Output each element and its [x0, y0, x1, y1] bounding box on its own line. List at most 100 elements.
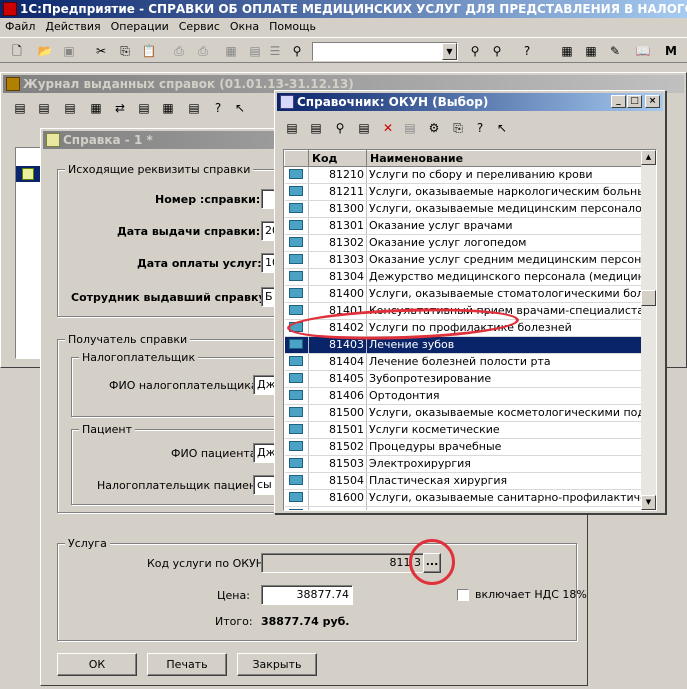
calendar-icon[interactable]: ▦	[582, 42, 600, 60]
folder-icon	[289, 237, 304, 247]
row-name: Дежурство медицинского персонала (медици…	[366, 268, 643, 286]
d-delete-icon[interactable]: ✕	[379, 119, 397, 137]
table-row[interactable]: 81600 Услуги, оказываемые санитарно-профи…	[284, 489, 643, 507]
col-name[interactable]: Наименование	[366, 150, 643, 167]
table-row[interactable]: 81400 Услуги, оказываемые стоматологическ…	[284, 285, 643, 303]
search-combo[interactable]: ▼	[312, 42, 458, 61]
edit-icon[interactable]: ✎	[606, 42, 624, 60]
menu-file[interactable]: Файл	[0, 18, 40, 36]
j-copy-icon[interactable]: ▤	[61, 99, 79, 117]
row-code: 81600	[308, 489, 367, 507]
row-code: 81406	[308, 387, 367, 405]
copy-icon[interactable]: ⎘	[116, 42, 134, 60]
j-move-icon[interactable]: ⇄	[111, 99, 129, 117]
folder-icon	[289, 441, 304, 451]
table-row[interactable]: 81404 Лечение болезней полости рта	[284, 353, 643, 371]
chevron-down-icon[interactable]: ▼	[442, 43, 457, 60]
table-row[interactable]: 81303 Оказание услуг средним медицинским …	[284, 251, 643, 269]
data-vydachi-label: Дата выдачи справки:	[117, 225, 261, 238]
j-grid-icon[interactable]: ▦	[87, 99, 105, 117]
kod-value: 811	[389, 556, 411, 569]
table-row[interactable]: 81304 Дежурство медицинского персонала (м…	[284, 268, 643, 286]
vertical-scrollbar[interactable]: ▲ ▼	[641, 150, 656, 510]
col-code[interactable]: Код	[308, 150, 367, 167]
d-tree-icon[interactable]: ▤	[401, 119, 419, 137]
j-whatsthis-icon[interactable]: ↖	[231, 99, 249, 117]
directory-title: Справочник: ОКУН (Выбор)	[297, 95, 489, 109]
menu-service[interactable]: Сервис	[174, 18, 225, 36]
j-report-icon[interactable]: ▤	[185, 99, 203, 117]
help-icon[interactable]: ?	[518, 42, 536, 60]
cut-icon[interactable]: ✂	[92, 42, 110, 60]
list-icon[interactable]: ☰	[266, 42, 284, 60]
scroll-up-icon[interactable]: ▲	[641, 150, 656, 165]
close-icon[interactable]: ×	[645, 95, 660, 108]
row-name: Электрохирургия	[366, 455, 643, 473]
table-row[interactable]: 81211 Услуги, оказываемые наркологическим…	[284, 183, 643, 201]
table-row[interactable]: 81302 Оказание услуг логопедом	[284, 234, 643, 252]
d-whatsthis-icon[interactable]: ↖	[493, 119, 511, 137]
j-doc-icon[interactable]: ▤	[135, 99, 153, 117]
d-add-icon[interactable]: ▤	[283, 119, 301, 137]
scroll-down-icon[interactable]: ▼	[641, 495, 656, 510]
cena-field[interactable]: 38877.74	[261, 585, 353, 605]
close-button[interactable]: Закрыть	[237, 653, 317, 676]
table-row[interactable]: 81601Проведение дезинфекции	[284, 506, 643, 510]
binoculars-icon[interactable]: ⚲	[288, 42, 306, 60]
d-filter-icon[interactable]: ⚙	[425, 119, 443, 137]
table-row[interactable]: 81502 Процедуры врачебные	[284, 438, 643, 456]
row-name: Услуги, оказываемые косметологическими п…	[366, 404, 643, 422]
menu-actions[interactable]: Действия	[40, 18, 105, 36]
row-code: 81303	[308, 251, 367, 269]
print-icon[interactable]: ⎙	[170, 42, 188, 60]
book-icon[interactable]: 📖	[634, 42, 652, 60]
menu-operations[interactable]: Операции	[106, 18, 174, 36]
calc-icon[interactable]: ▦	[222, 42, 240, 60]
menu-windows[interactable]: Окна	[225, 18, 264, 36]
grid-icon[interactable]: ▤	[246, 42, 264, 60]
row-name: Лечение зубов	[366, 336, 643, 354]
nds-checkbox[interactable]	[457, 589, 469, 601]
ok-button[interactable]: ОК	[57, 653, 137, 676]
print-preview-icon[interactable]: ⎙	[194, 42, 212, 60]
new-doc-icon[interactable]: 🗋	[8, 42, 26, 60]
table-row[interactable]: 81405 Зубопротезирование	[284, 370, 643, 388]
j-post-icon[interactable]: ▦	[159, 99, 177, 117]
row-name: Ортодонтия	[366, 387, 643, 405]
d-open-icon[interactable]: ⚲	[331, 119, 349, 137]
paste-icon[interactable]: 📋	[140, 42, 158, 60]
d-help-icon[interactable]: ?	[471, 119, 489, 137]
table-row[interactable]: 81500 Услуги, оказываемые косметологическ…	[284, 404, 643, 422]
journal-toolbar: ▤ ▤ ▤ ▦ ⇄ ▤ ▦ ▤ ? ↖	[5, 97, 275, 119]
row-code: 81504	[308, 472, 367, 490]
table-row[interactable]: 81406 Ортодонтия	[284, 387, 643, 405]
font-button[interactable]: М	[662, 42, 680, 60]
d-edit-icon[interactable]: ▤	[355, 119, 373, 137]
table-row[interactable]: 81300 Услуги, оказываемые медицинским пер…	[284, 200, 643, 218]
find-next-icon[interactable]: ⚲	[466, 42, 484, 60]
table-row[interactable]: 81210 Услуги по сбору и переливанию крови	[284, 166, 643, 184]
d-add-group-icon[interactable]: ▤	[307, 119, 325, 137]
row-code: 81405	[308, 370, 367, 388]
menu-help[interactable]: Помощь	[264, 18, 321, 36]
table-row[interactable]: 81504 Пластическая хирургия	[284, 472, 643, 490]
open-folder-icon[interactable]: 📂	[36, 42, 54, 60]
folder-icon	[289, 458, 304, 468]
j-edit-icon[interactable]: ▤	[35, 99, 53, 117]
find-prev-icon[interactable]: ⚲	[488, 42, 506, 60]
d-copy-icon[interactable]: ⎘	[449, 119, 467, 137]
calculator-icon[interactable]: ▦	[558, 42, 576, 60]
table-row[interactable]: 81301 Оказание услуг врачами	[284, 217, 643, 235]
folder-icon	[289, 475, 304, 485]
scroll-thumb[interactable]	[641, 290, 656, 306]
table-row[interactable]: 81503 Электрохирургия	[284, 455, 643, 473]
j-add-icon[interactable]: ▤	[11, 99, 29, 117]
maximize-icon[interactable]: □	[627, 95, 642, 108]
save-icon[interactable]: ▣	[60, 42, 78, 60]
table-row[interactable]: 81501 Услуги косметические	[284, 421, 643, 439]
print-button[interactable]: Печать	[147, 653, 227, 676]
table-row[interactable]: 81403 Лечение зубов	[284, 336, 643, 354]
j-help-icon[interactable]: ?	[209, 99, 227, 117]
minimize-icon[interactable]: _	[611, 95, 626, 108]
kod-field[interactable]: 811 3	[261, 553, 425, 573]
